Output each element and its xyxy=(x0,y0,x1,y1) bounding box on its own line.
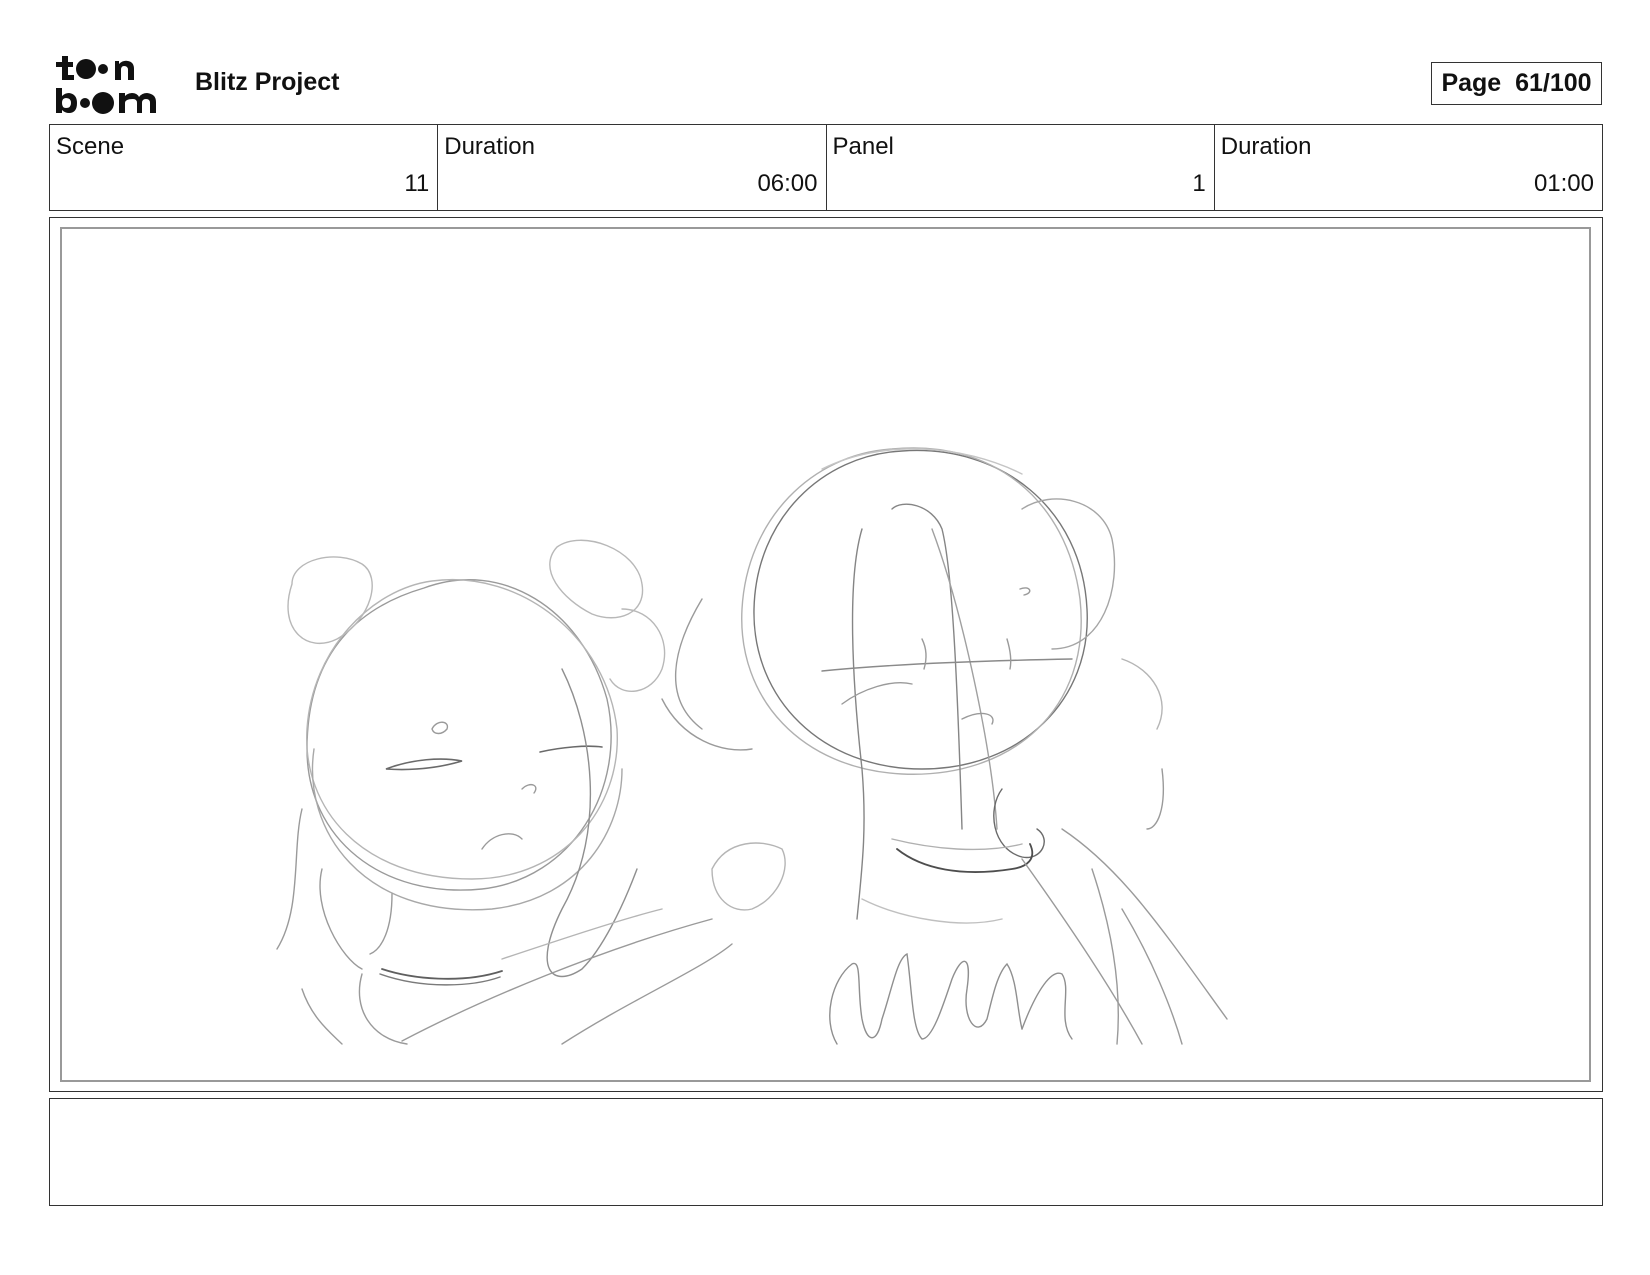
panel-cell: Panel 1 xyxy=(827,125,1215,210)
scene-duration-label: Duration xyxy=(444,133,535,160)
scene-cell: Scene 11 xyxy=(50,125,439,210)
scene-label: Scene xyxy=(56,133,125,160)
panel-sketch-image xyxy=(276,447,1228,1045)
storyboard-panel xyxy=(49,217,1603,1092)
project-title: Blitz Project xyxy=(195,68,340,96)
panel-duration-value: 01:00 xyxy=(1533,170,1594,197)
scene-info-row: Scene 11 Duration 06:00 Panel 1 Duration… xyxy=(49,124,1603,211)
panel-notes-box[interactable] xyxy=(49,1098,1603,1206)
scene-value: 11 xyxy=(404,170,430,197)
panel-duration-cell: Duration 01:00 xyxy=(1215,125,1602,210)
panel-value: 1 xyxy=(1192,170,1206,197)
page-indicator: Page 61/100 xyxy=(1431,62,1602,105)
panel-image-frame xyxy=(60,227,1591,1082)
right-character-sketch xyxy=(661,447,1228,1045)
scene-duration-value: 06:00 xyxy=(757,170,818,197)
panel-label: Panel xyxy=(832,133,894,160)
toon-boom-logo xyxy=(56,56,156,114)
left-character-sketch xyxy=(276,539,733,1045)
scene-duration-cell: Duration 06:00 xyxy=(438,125,827,210)
panel-duration-label: Duration xyxy=(1220,133,1312,160)
